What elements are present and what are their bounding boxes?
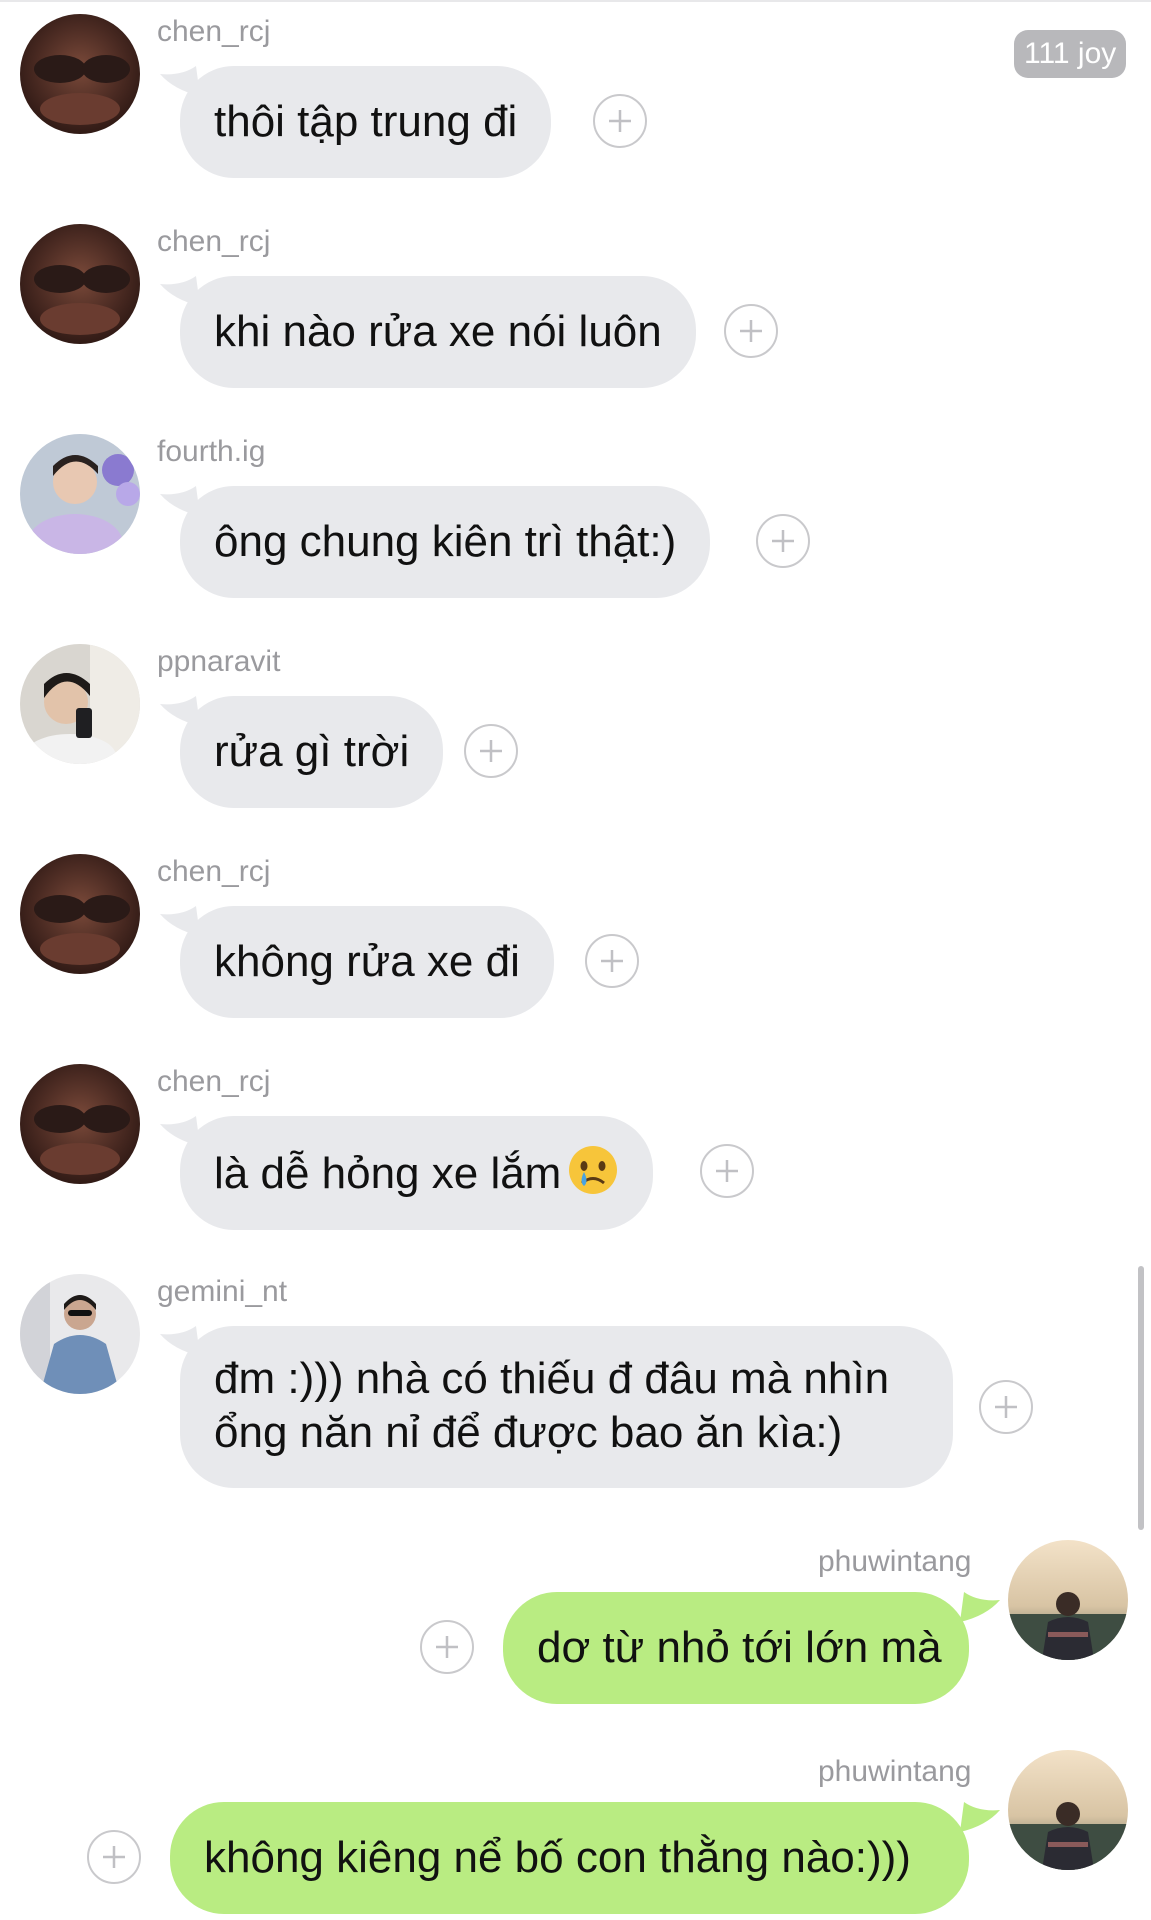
message-username[interactable]: fourth.ig [157,434,265,470]
add-reaction-button[interactable] [724,304,778,358]
avatar-fourth-icon[interactable] [20,434,140,554]
message-username[interactable]: chen_rcj [157,854,270,890]
add-reaction-button[interactable] [420,1620,474,1674]
message-username[interactable]: chen_rcj [157,1064,270,1100]
plus-icon [716,1160,738,1182]
message-bubble[interactable]: không rửa xe đi [180,906,554,1018]
plus-icon [740,320,762,342]
message-username[interactable]: chen_rcj [157,14,270,50]
add-reaction-button[interactable] [87,1830,141,1884]
avatar-chen-icon[interactable] [20,224,140,344]
plus-icon [103,1846,125,1868]
message-bubble[interactable]: thôi tập trung đi [180,66,552,178]
message-bubble[interactable]: rửa gì trời [180,696,444,808]
add-reaction-button[interactable] [700,1144,754,1198]
add-reaction-button[interactable] [593,94,647,148]
plus-icon [772,530,794,552]
chat-screen: 111 joy chen_rcj thôi tập trung đi chen_… [0,0,1151,1920]
avatar-phuwintang-icon[interactable] [1008,1540,1128,1660]
bubble-tail [960,1802,1000,1832]
plus-icon [436,1636,458,1658]
avatar-chen-icon[interactable] [20,14,140,134]
message-bubble[interactable]: là dễ hỏng xe lắm [180,1116,654,1230]
message-bubble[interactable]: đm :))) nhà có thiếu đ đâu mà nhìn ổng n… [180,1326,953,1488]
message-bubble[interactable]: ông chung kiên trì thật:) [180,486,711,598]
message-username[interactable]: phuwintang [818,1544,971,1580]
add-reaction-button[interactable] [756,514,810,568]
crying-face-emoji [567,1144,619,1196]
add-reaction-button[interactable] [464,724,518,778]
message-username[interactable]: gemini_nt [157,1274,287,1310]
message-bubble[interactable]: không kiêng nể bố con thằng nào:))) [170,1802,969,1914]
plus-icon [995,1396,1017,1418]
reaction-count-badge[interactable]: 111 joy [1014,30,1127,78]
add-reaction-button[interactable] [979,1380,1033,1434]
message-username[interactable]: phuwintang [818,1754,971,1790]
avatar-chen-icon[interactable] [20,854,140,974]
plus-icon [480,740,502,762]
add-reaction-button[interactable] [585,934,639,988]
message-bubble[interactable]: dơ từ nhỏ tới lớn mà [503,1592,969,1704]
message-bubble[interactable]: khi nào rửa xe nói luôn [180,276,696,388]
bubble-tail [960,1592,1000,1622]
avatar-ppnaravit-icon[interactable] [20,644,140,764]
avatar-gemini-icon[interactable] [20,1274,140,1394]
top-divider [0,0,1151,2]
message-username[interactable]: ppnaravit [157,644,280,680]
avatar-chen-icon[interactable] [20,1064,140,1184]
message-username[interactable]: chen_rcj [157,224,270,260]
message-text: là dễ hỏng xe lắm [214,1149,562,1198]
avatar-phuwintang-icon[interactable] [1008,1750,1128,1870]
scrollbar[interactable] [1138,1266,1144,1530]
plus-icon [609,110,631,132]
plus-icon [601,950,623,972]
